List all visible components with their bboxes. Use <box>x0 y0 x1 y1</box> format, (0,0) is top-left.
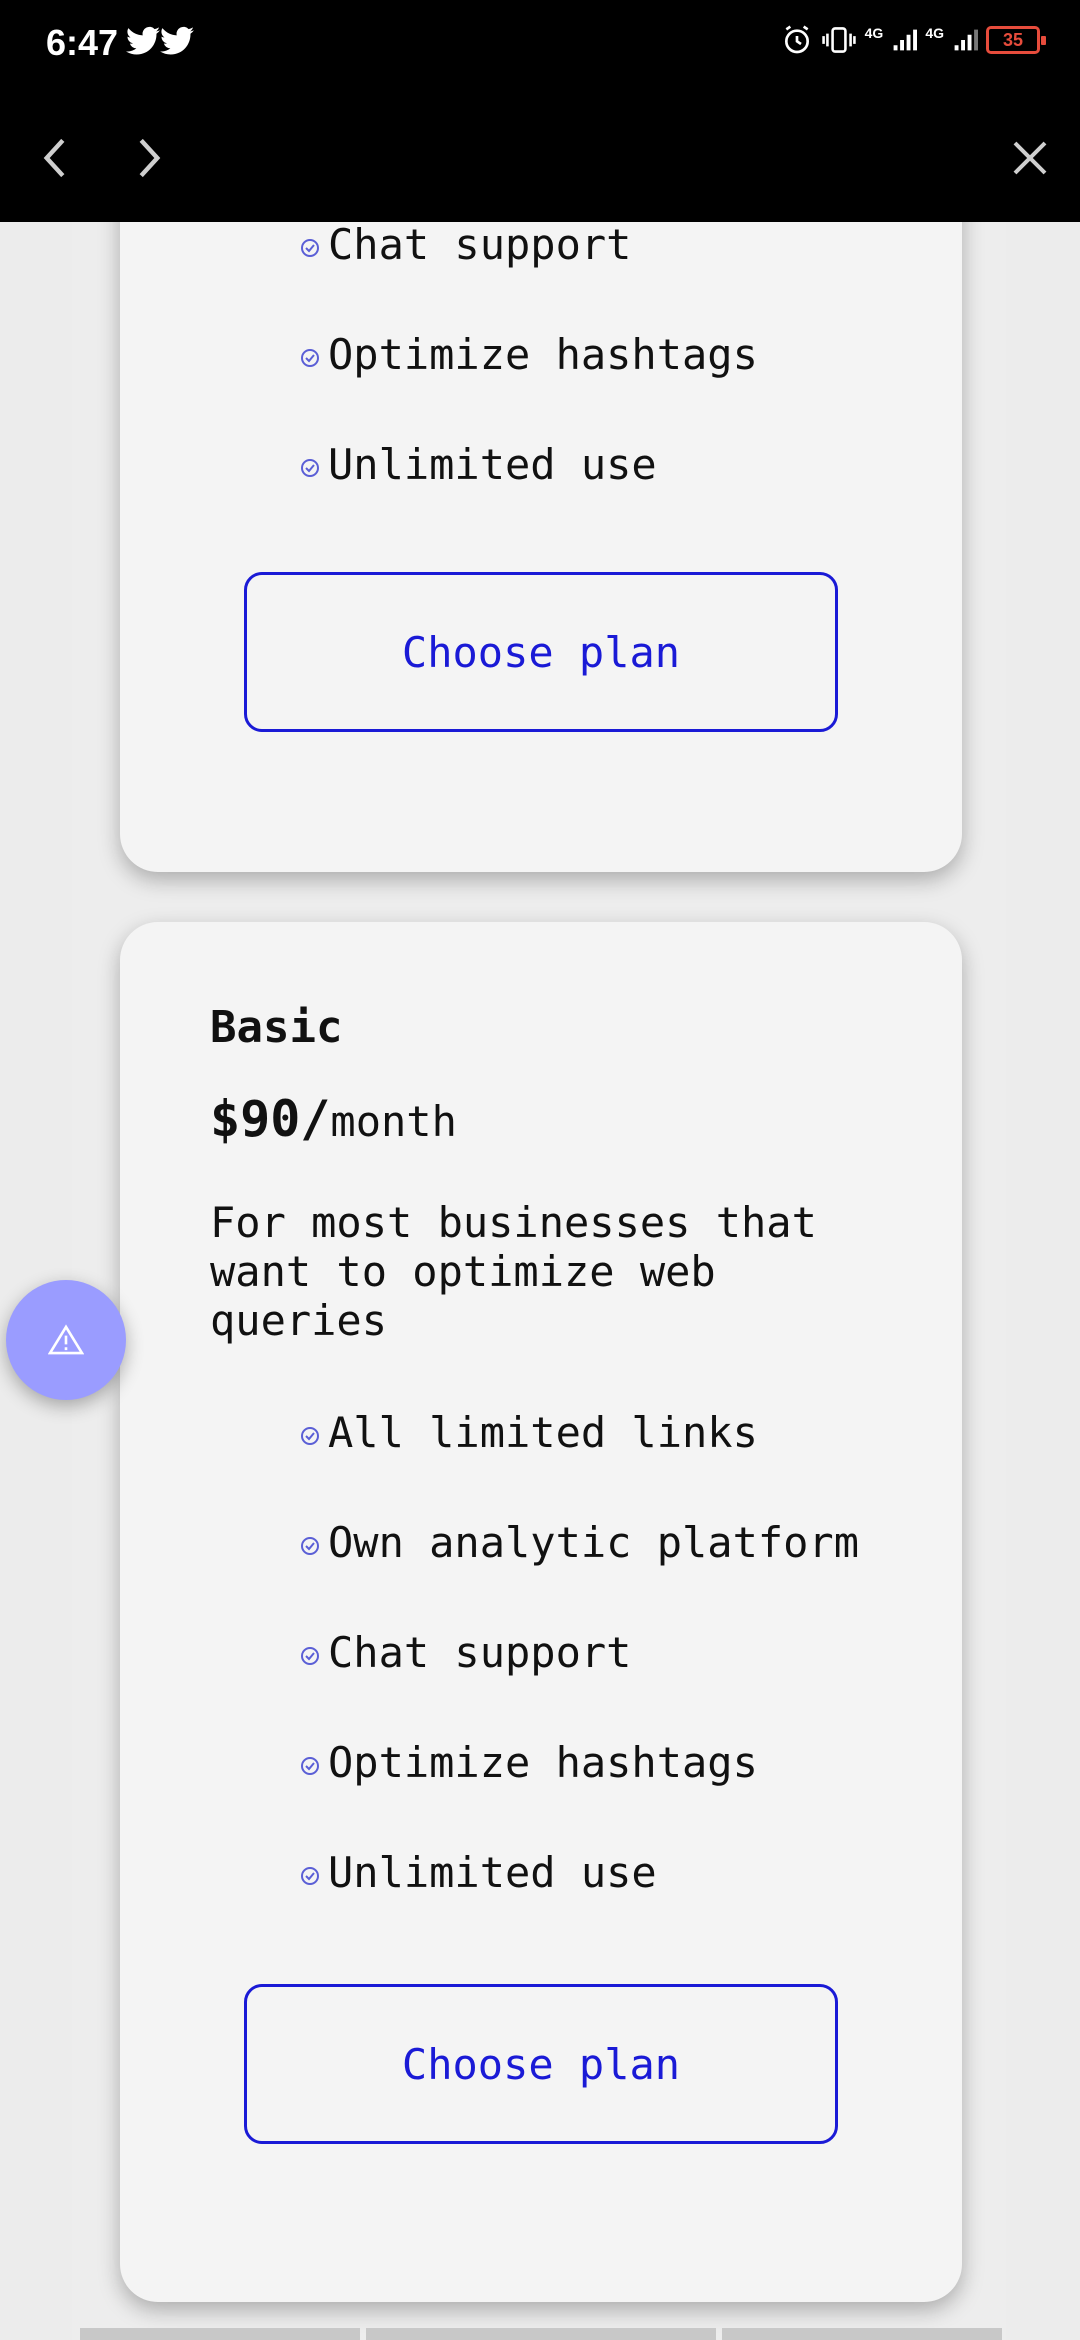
feature-item: All limited links <box>300 1408 758 1457</box>
bottom-tab-hint <box>366 2328 716 2340</box>
browser-nav-bar <box>0 92 1080 222</box>
signal-icon <box>954 29 978 51</box>
feature-label: All limited links <box>328 1408 758 1457</box>
system-icons: 4G 4G 35 <box>781 24 1046 56</box>
network-type-label: 4G <box>864 25 884 41</box>
feature-label: Chat support <box>328 1628 632 1677</box>
check-badge-icon <box>301 1756 319 1775</box>
chevron-right-icon <box>139 138 161 178</box>
feature-item: Unlimited use <box>300 440 657 489</box>
price-period: month <box>330 1097 457 1146</box>
vibrate-icon <box>821 27 856 53</box>
twitter-icon <box>160 26 194 55</box>
bottom-tab-hint <box>80 2328 360 2340</box>
check-badge-icon <box>301 1536 319 1555</box>
feature-item: Unlimited use <box>300 1848 657 1897</box>
check-badge-icon <box>301 238 319 257</box>
page-content[interactable]: Chat support Optimize hashtags Unlimited… <box>0 222 1080 2340</box>
bottom-tab-hint <box>722 2328 1002 2340</box>
choose-plan-button[interactable]: Choose plan <box>244 1984 838 2144</box>
back-button[interactable] <box>24 128 84 188</box>
twitter-icon <box>126 26 160 55</box>
check-badge-icon <box>301 1646 319 1665</box>
plan-description: For most businesses that want to optimiz… <box>210 1198 817 1345</box>
check-badge-icon <box>301 1866 319 1885</box>
close-icon <box>1013 141 1047 175</box>
choose-plan-button[interactable]: Choose plan <box>244 572 838 732</box>
plan-price: $90/month <box>210 1090 457 1148</box>
price-amount: $90/ <box>210 1090 331 1148</box>
warning-icon <box>48 1324 84 1355</box>
battery-level: 35 <box>1002 29 1024 50</box>
battery-indicator: 35 <box>986 26 1046 54</box>
chevron-left-icon <box>43 138 65 178</box>
plan-card: Chat support Optimize hashtags Unlimited… <box>120 222 962 872</box>
feature-item: Optimize hashtags <box>300 330 758 379</box>
plan-name: Basic <box>210 1002 343 1053</box>
signal-icon <box>893 29 918 51</box>
feature-label: Optimize hashtags <box>328 1738 758 1787</box>
clock-time: 6:47 <box>46 22 119 63</box>
check-badge-icon <box>301 458 319 477</box>
plan-card-basic: Basic $90/month For most businesses that… <box>120 922 962 2302</box>
feature-item: Chat support <box>300 1628 631 1677</box>
feature-label: Optimize hashtags <box>328 330 758 379</box>
feature-label: Unlimited use <box>328 1848 657 1897</box>
feature-label: Unlimited use <box>328 440 657 489</box>
feature-label: Own analytic platform <box>328 1518 860 1567</box>
forward-button[interactable] <box>120 128 180 188</box>
alarm-icon <box>784 25 809 54</box>
feature-item: Chat support <box>300 222 631 269</box>
check-badge-icon <box>301 348 319 367</box>
feature-item: Optimize hashtags <box>300 1738 758 1787</box>
check-badge-icon <box>301 1426 319 1445</box>
feature-label: Chat support <box>328 222 632 269</box>
close-button[interactable] <box>1000 128 1060 188</box>
network-type-label: 4G <box>925 25 944 41</box>
content-column: Chat support Optimize hashtags Unlimited… <box>72 222 1006 2340</box>
status-bar: 6:47 4G 4G 35 <box>0 0 1080 92</box>
feature-item: Own analytic platform <box>300 1518 859 1567</box>
report-issue-button[interactable] <box>6 1280 126 1400</box>
